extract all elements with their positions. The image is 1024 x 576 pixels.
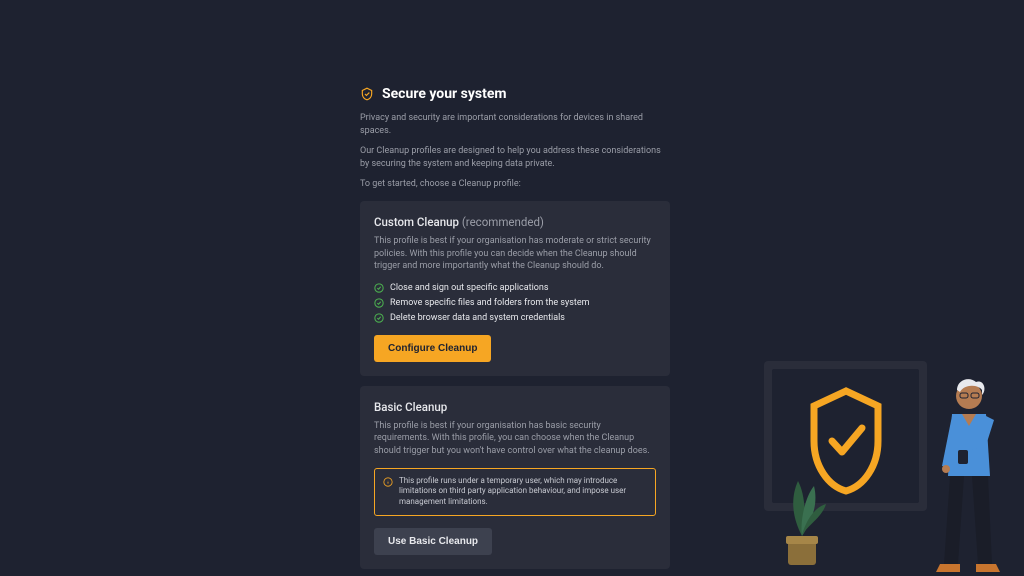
decorative-illustration bbox=[764, 336, 1024, 576]
page-title: Secure your system bbox=[382, 86, 507, 102]
warning-box: This profile runs under a temporary user… bbox=[374, 468, 656, 516]
list-item: Close and sign out specific applications bbox=[374, 283, 656, 293]
basic-cleanup-card: Basic Cleanup This profile is best if yo… bbox=[360, 386, 670, 569]
page-header: Secure your system bbox=[360, 86, 670, 102]
intro-line-2: Our Cleanup profiles are designed to hel… bbox=[360, 145, 670, 170]
info-icon bbox=[383, 477, 393, 487]
feature-text: Delete browser data and system credentia… bbox=[390, 313, 565, 323]
check-circle-icon bbox=[374, 298, 384, 308]
custom-cleanup-card: Custom Cleanup (recommended) This profil… bbox=[360, 201, 670, 376]
warning-text: This profile runs under a temporary user… bbox=[399, 476, 647, 508]
list-item: Delete browser data and system credentia… bbox=[374, 313, 656, 323]
basic-cleanup-title: Basic Cleanup bbox=[374, 400, 656, 414]
custom-feature-list: Close and sign out specific applications… bbox=[374, 283, 656, 323]
configure-cleanup-button[interactable]: Configure Cleanup bbox=[374, 335, 491, 362]
list-item: Remove specific files and folders from t… bbox=[374, 298, 656, 308]
shield-check-icon bbox=[360, 87, 374, 101]
use-basic-cleanup-button[interactable]: Use Basic Cleanup bbox=[374, 528, 492, 555]
custom-cleanup-desc: This profile is best if your organisatio… bbox=[374, 235, 656, 273]
check-circle-icon bbox=[374, 313, 384, 323]
recommended-label: (recommended) bbox=[462, 215, 544, 229]
basic-cleanup-desc: This profile is best if your organisatio… bbox=[374, 420, 656, 458]
feature-text: Close and sign out specific applications bbox=[390, 283, 549, 293]
custom-cleanup-title: Custom Cleanup (recommended) bbox=[374, 215, 656, 229]
intro-line-1: Privacy and security are important consi… bbox=[360, 112, 670, 137]
intro-line-3: To get started, choose a Cleanup profile… bbox=[360, 178, 670, 191]
custom-title-text: Custom Cleanup bbox=[374, 215, 459, 229]
check-circle-icon bbox=[374, 283, 384, 293]
feature-text: Remove specific files and folders from t… bbox=[390, 298, 590, 308]
